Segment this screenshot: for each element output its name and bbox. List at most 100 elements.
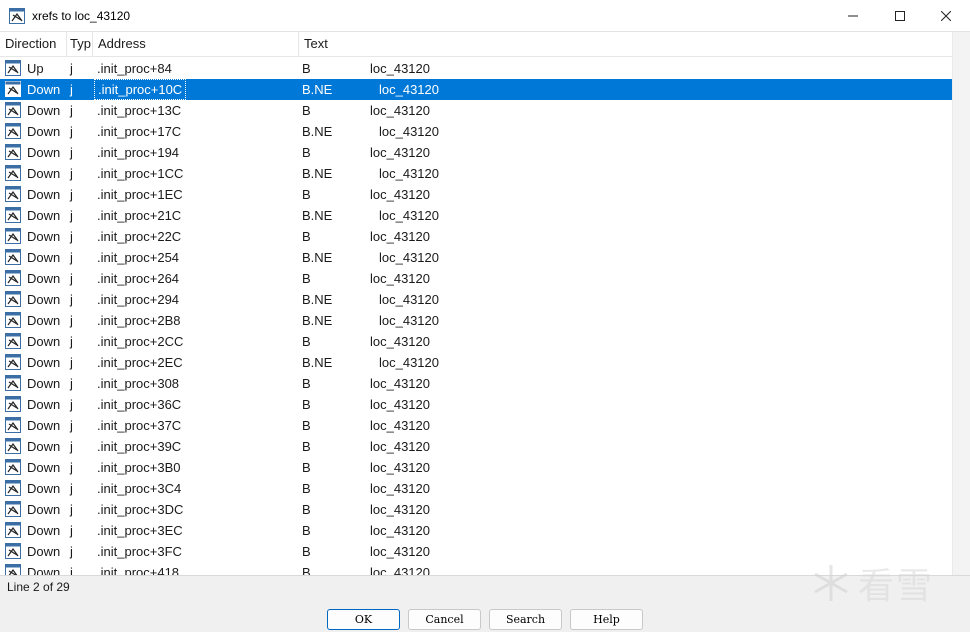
row-operand: loc_43120 [379, 82, 439, 97]
table-row[interactable]: Down j .init_proc+418 Bloc_43120 [0, 562, 952, 575]
row-mnemonic: B [302, 103, 311, 118]
xref-jump-icon [5, 165, 21, 181]
row-direction: Down [27, 523, 61, 538]
xref-jump-icon [5, 333, 21, 349]
row-direction: Down [27, 229, 61, 244]
xref-rows: Up j .init_proc+84 Bloc_43120 Down j .init_pro… [0, 58, 952, 575]
status-text: Line 2 of 29 [7, 580, 70, 594]
title-bar[interactable]: xrefs to loc_43120 [0, 0, 970, 32]
xref-jump-icon [5, 480, 21, 496]
row-mnemonic: B [302, 271, 311, 286]
minimize-button[interactable] [830, 0, 876, 32]
row-mnemonic: B [302, 460, 311, 475]
column-header-type[interactable]: Typ [67, 32, 93, 56]
row-address: .init_proc+21C [97, 208, 182, 223]
table-row[interactable]: Down j .init_proc+3EC Bloc_43120 [0, 520, 952, 541]
table-row[interactable]: Down j .init_proc+194 Bloc_43120 [0, 142, 952, 163]
table-row[interactable]: Down j .init_proc+1EC Bloc_43120 [0, 184, 952, 205]
table-row[interactable]: Down j .init_proc+21C B.NE loc_43120 [0, 205, 952, 226]
row-type: j [70, 313, 73, 328]
table-row[interactable]: Down j .init_proc+17C B.NE loc_43120 [0, 121, 952, 142]
row-address: .init_proc+2EC [97, 355, 183, 370]
table-row[interactable]: Down j .init_proc+36C Bloc_43120 [0, 394, 952, 415]
table-row[interactable]: Down j .init_proc+264 Bloc_43120 [0, 268, 952, 289]
row-mnemonic: B [302, 145, 311, 160]
xref-list[interactable]: Direction Typ Address Text Up j .init_proc… [0, 32, 970, 575]
table-row[interactable]: Down j .init_proc+308 Bloc_43120 [0, 373, 952, 394]
close-button[interactable] [923, 0, 969, 32]
row-direction: Down [27, 292, 61, 307]
close-icon [941, 11, 951, 21]
vertical-scrollbar[interactable] [952, 32, 970, 575]
row-direction: Down [27, 418, 61, 433]
xref-jump-icon [5, 459, 21, 475]
row-type: j [70, 439, 73, 454]
table-row[interactable]: Down j .init_proc+3B0 Bloc_43120 [0, 457, 952, 478]
xref-jump-icon [5, 102, 21, 118]
table-row[interactable]: Down j .init_proc+3C4 Bloc_43120 [0, 478, 952, 499]
ok-button[interactable]: OK [327, 609, 400, 630]
table-row[interactable]: Up j .init_proc+84 Bloc_43120 [0, 58, 952, 79]
cancel-button[interactable]: Cancel [408, 609, 481, 630]
xref-jump-icon [5, 417, 21, 433]
maximize-button[interactable] [877, 0, 923, 32]
table-row[interactable]: Down j .init_proc+10C B.NE loc_43120 [0, 79, 952, 100]
row-type: j [70, 187, 73, 202]
row-address: .init_proc+39C [97, 439, 182, 454]
column-header-text[interactable]: Text [299, 32, 952, 56]
row-address: .init_proc+3FC [97, 544, 182, 559]
xref-jump-icon [5, 438, 21, 454]
row-mnemonic: B [302, 481, 311, 496]
help-button[interactable]: Help [570, 609, 643, 630]
row-type: j [70, 292, 73, 307]
row-direction: Down [27, 250, 61, 265]
xref-jump-icon [5, 396, 21, 412]
xref-jump-icon [5, 186, 21, 202]
row-address: .init_proc+10C [94, 79, 187, 100]
table-row[interactable]: Down j .init_proc+294 B.NE loc_43120 [0, 289, 952, 310]
row-operand: loc_43120 [370, 103, 430, 118]
row-type: j [70, 271, 73, 286]
table-row[interactable]: Down j .init_proc+2EC B.NE loc_43120 [0, 352, 952, 373]
row-mnemonic: B [302, 376, 311, 391]
row-operand: loc_43120 [379, 355, 439, 370]
row-operand: loc_43120 [370, 271, 430, 286]
xref-jump-icon [5, 123, 21, 139]
table-row[interactable]: Down j .init_proc+3DC Bloc_43120 [0, 499, 952, 520]
row-address: .init_proc+254 [97, 250, 180, 265]
table-row[interactable]: Down j .init_proc+1CC B.NE loc_43120 [0, 163, 952, 184]
row-address: .init_proc+13C [97, 103, 182, 118]
xref-jump-icon [5, 312, 21, 328]
table-row[interactable]: Down j .init_proc+254 B.NE loc_43120 [0, 247, 952, 268]
row-type: j [70, 355, 73, 370]
table-row[interactable]: Down j .init_proc+2CC Bloc_43120 [0, 331, 952, 352]
column-header-address[interactable]: Address [93, 32, 299, 56]
row-operand: loc_43120 [370, 187, 430, 202]
row-operand: loc_43120 [370, 418, 430, 433]
table-row[interactable]: Down j .init_proc+13C Bloc_43120 [0, 100, 952, 121]
xref-jump-icon [5, 354, 21, 370]
column-header-direction[interactable]: Direction [0, 32, 67, 56]
xref-jump-icon [5, 291, 21, 307]
search-button[interactable]: Search [489, 609, 562, 630]
table-row[interactable]: Down j .init_proc+37C Bloc_43120 [0, 415, 952, 436]
table-row[interactable]: Down j .init_proc+39C Bloc_43120 [0, 436, 952, 457]
row-operand: loc_43120 [370, 397, 430, 412]
row-operand: loc_43120 [370, 565, 430, 575]
row-type: j [70, 460, 73, 475]
list-header: Direction Typ Address Text [0, 32, 952, 57]
maximize-icon [895, 11, 905, 21]
row-mnemonic: B [302, 523, 311, 538]
row-mnemonic: B.NE [302, 355, 333, 370]
row-type: j [70, 103, 73, 118]
row-operand: loc_43120 [370, 439, 430, 454]
table-row[interactable]: Down j .init_proc+22C Bloc_43120 [0, 226, 952, 247]
table-row[interactable]: Down j .init_proc+2B8 B.NE loc_43120 [0, 310, 952, 331]
xref-jump-icon [5, 522, 21, 538]
window-title: xrefs to loc_43120 [32, 8, 131, 23]
table-row[interactable]: Down j .init_proc+3FC Bloc_43120 [0, 541, 952, 562]
row-direction: Down [27, 145, 61, 160]
row-type: j [70, 376, 73, 391]
row-direction: Down [27, 355, 61, 370]
row-address: .init_proc+17C [97, 124, 182, 139]
